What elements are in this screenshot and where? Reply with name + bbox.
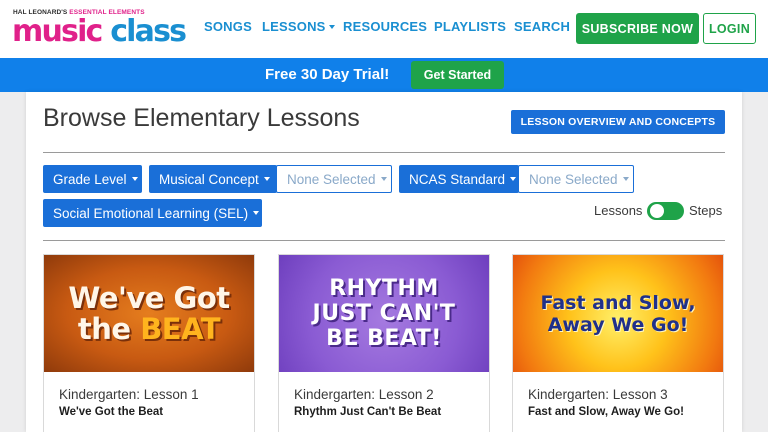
chevron-down-icon: [253, 211, 260, 215]
ncas-standard-dropdown[interactable]: NCAS Standard: [399, 165, 519, 193]
toggle-label-steps: Steps: [689, 203, 723, 218]
thumbnail-title-art: RHYTHM JUST CAN'T BE BEAT!: [313, 276, 456, 351]
nav-resources[interactable]: RESOURCES: [343, 19, 427, 34]
ncas-standard-value: None Selected: [529, 171, 618, 187]
toggle-knob: [650, 204, 664, 218]
ncas-standard-select[interactable]: None Selected: [518, 165, 634, 193]
trial-banner: Free 30 Day Trial! Get Started: [0, 58, 768, 92]
nav-lessons-label: LESSONS: [262, 19, 326, 34]
lesson-thumbnail[interactable]: RHYTHM JUST CAN'T BE BEAT!: [279, 255, 489, 372]
lesson-card[interactable]: RHYTHM JUST CAN'T BE BEAT! Kindergarten:…: [278, 254, 490, 432]
get-started-button[interactable]: Get Started: [411, 61, 504, 89]
logo-wordmark: music class: [12, 14, 187, 49]
thumbnail-text-part: the: [77, 311, 141, 346]
divider: [43, 152, 725, 153]
lesson-overview-button[interactable]: LESSON OVERVIEW AND CONCEPTS: [511, 110, 725, 134]
subscribe-now-button[interactable]: SUBSCRIBE NOW: [576, 13, 699, 44]
thumbnail-text-line: Away We Go!: [547, 313, 689, 336]
thumbnail-text-line: We've Got: [68, 280, 230, 315]
thumbnail-text-part: BEAT: [140, 311, 221, 346]
lesson-title[interactable]: Fast and Slow, Away We Go!: [528, 406, 684, 418]
nav-lessons[interactable]: LESSONS: [262, 19, 335, 34]
chevron-down-icon: [510, 177, 517, 181]
nav-songs[interactable]: SONGS: [204, 19, 252, 34]
musical-concept-label: Musical Concept: [159, 171, 259, 187]
nav-playlists[interactable]: PLAYLISTS: [434, 19, 506, 34]
trial-banner-text: Free 30 Day Trial!: [265, 66, 390, 83]
lesson-grade: Kindergarten: Lesson 3: [528, 387, 668, 402]
site-logo[interactable]: HAL LEONARD'S ESSENTIAL ELEMENTS music c…: [12, 9, 187, 49]
lesson-thumbnail[interactable]: Fast and Slow, Away We Go!: [513, 255, 723, 372]
lesson-grade: Kindergarten: Lesson 1: [59, 387, 199, 402]
musical-concept-value: None Selected: [287, 171, 376, 187]
thumbnail-text-line: JUST CAN'T: [312, 301, 456, 326]
musical-concept-dropdown[interactable]: Musical Concept: [149, 165, 277, 193]
chevron-down-icon: [131, 177, 138, 181]
thumbnail-title-art: Fast and Slow, Away We Go!: [540, 292, 695, 336]
nav-search[interactable]: SEARCH: [514, 19, 570, 34]
chevron-down-icon: [263, 177, 270, 181]
lesson-title[interactable]: We've Got the Beat: [59, 406, 163, 418]
login-button[interactable]: LOGIN: [703, 13, 756, 44]
logo-word-music: music: [12, 14, 103, 49]
site-header: HAL LEONARD'S ESSENTIAL ELEMENTS music c…: [0, 0, 768, 58]
thumbnail-text-line: RHYTHM: [329, 276, 439, 301]
lesson-thumbnail[interactable]: We've Got the BEAT: [44, 255, 254, 372]
thumbnail-text-line: Fast and Slow,: [540, 291, 696, 314]
toggle-label-lessons: Lessons: [594, 203, 643, 218]
lesson-grade: Kindergarten: Lesson 2: [294, 387, 434, 402]
thumbnail-text-line: the BEAT: [68, 311, 229, 346]
chevron-down-icon: [380, 177, 387, 181]
lesson-card[interactable]: We've Got the BEAT Kindergarten: Lesson …: [43, 254, 255, 432]
divider: [43, 240, 725, 241]
logo-word-class: class: [110, 14, 187, 49]
page-title: Browse Elementary Lessons: [43, 104, 360, 132]
thumbnail-text-line: BE BEAT!: [326, 326, 442, 351]
musical-concept-select[interactable]: None Selected: [276, 165, 392, 193]
sel-dropdown[interactable]: Social Emotional Learning (SEL): [43, 199, 262, 227]
grade-level-label: Grade Level: [53, 171, 127, 187]
ncas-standard-label: NCAS Standard: [409, 171, 506, 187]
lessons-panel: Browse Elementary Lessons LESSON OVERVIE…: [26, 92, 742, 432]
lesson-card[interactable]: Fast and Slow, Away We Go! Kindergarten:…: [512, 254, 724, 432]
grade-level-dropdown[interactable]: Grade Level: [43, 165, 142, 193]
lesson-title[interactable]: Rhythm Just Can't Be Beat: [294, 406, 441, 418]
thumbnail-title-art: We've Got the BEAT: [68, 280, 230, 346]
chevron-down-icon: [328, 24, 335, 29]
lessons-steps-toggle[interactable]: [647, 202, 684, 220]
chevron-down-icon: [622, 177, 629, 181]
sel-label: Social Emotional Learning (SEL): [53, 205, 249, 221]
